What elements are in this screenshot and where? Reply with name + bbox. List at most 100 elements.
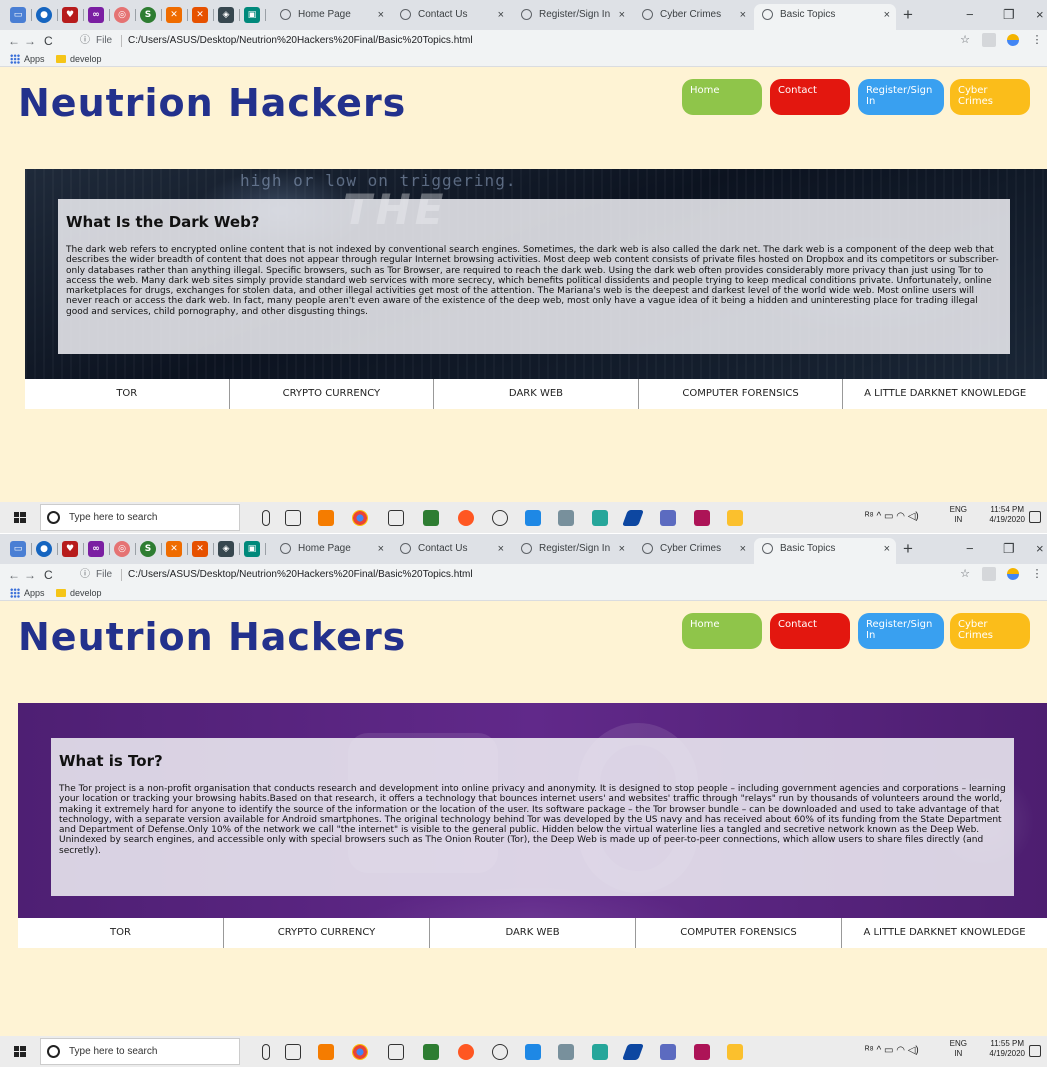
bookmark-star-icon[interactable]: ☆ [958,33,972,47]
windows-start-icon[interactable] [14,512,26,523]
pinned-tab-icon[interactable]: ✕ [192,7,208,23]
sublime-icon[interactable] [318,1044,334,1060]
bookmark-develop[interactable]: develop [70,52,102,66]
browser-tab[interactable]: Home Page × [272,4,390,30]
pinned-tab-icon[interactable]: ◎ [114,7,130,23]
system-tray-icons[interactable]: ᴿ⁸ ^ ▭ ◠ ◁) [865,1042,919,1060]
address-bar[interactable]: ⓘ File C:/Users/ASUS/Desktop/Neutrion%20… [80,566,940,584]
pinned-tab-icon[interactable]: S [140,541,156,557]
info-icon[interactable]: ⓘ [80,566,90,584]
tab-close-icon[interactable]: × [378,538,384,560]
browser-tab[interactable]: Contact Us × [392,538,510,564]
site-logo[interactable]: Neutrion Hackers [18,615,406,659]
bookmark-apps[interactable]: Apps [24,52,45,66]
vscode-icon[interactable] [525,510,541,526]
microphone-icon[interactable] [262,510,270,526]
chrome-icon[interactable] [352,1044,368,1060]
browser-tab[interactable]: Basic Topics × [754,538,896,564]
new-tab-button[interactable]: + [903,538,913,560]
apps-grid-icon[interactable] [10,54,20,64]
app-icon[interactable] [694,1044,710,1060]
notification-icon[interactable] [1029,511,1041,523]
vscode-icon[interactable] [525,1044,541,1060]
close-window-button[interactable]: × [1036,4,1044,26]
new-tab-button[interactable]: + [903,4,913,26]
minimize-button[interactable]: − [966,4,974,26]
close-window-button[interactable]: × [1036,538,1044,560]
nav-home-button[interactable]: Home [682,613,762,649]
back-icon[interactable]: ← [8,566,20,584]
window-icon[interactable] [388,510,404,526]
address-bar[interactable]: ⓘ File C:/Users/ASUS/Desktop/Neutrion%20… [80,32,940,50]
app-icon[interactable] [492,510,508,526]
menu-kebab-icon[interactable]: ⋮ [1030,567,1044,581]
pinned-tab-icon[interactable]: ▭ [10,541,26,557]
bookmark-star-icon[interactable]: ☆ [958,567,972,581]
nav-contact-button[interactable]: Contact [770,613,850,649]
tab-close-icon[interactable]: × [378,4,384,26]
bookmark-develop[interactable]: develop [70,586,102,600]
pinned-tab-icon[interactable]: ▣ [244,541,260,557]
app-icon[interactable] [694,510,710,526]
menu-item-dark-web[interactable]: DARK WEB [434,379,639,409]
firefox-icon[interactable] [458,510,474,526]
task-view-icon[interactable] [285,1044,301,1060]
app-icon[interactable] [558,1044,574,1060]
extension-icon[interactable] [982,33,996,47]
menu-item-darknet-knowledge[interactable]: A LITTLE DARKNET KNOWLEDGE [843,379,1047,409]
pinned-tab-icon[interactable]: ◈ [218,7,234,23]
menu-item-computer-forensics[interactable]: COMPUTER FORENSICS [639,379,844,409]
pinned-tab-icon[interactable]: ∞ [88,541,104,557]
profile-avatar[interactable] [1006,567,1020,581]
bookmark-apps[interactable]: Apps [24,586,45,600]
pinned-tab-icon[interactable]: ✕ [166,7,182,23]
back-icon[interactable]: ← [8,32,20,50]
system-clock[interactable]: 11:54 PM 4/19/2020 [989,505,1025,525]
menu-item-crypto-currency[interactable]: CRYPTO CURRENCY [230,379,435,409]
windows-start-icon[interactable] [14,1046,26,1057]
pinned-tab-icon[interactable]: ▣ [244,7,260,23]
browser-tab[interactable]: Register/Sign In × [513,4,631,30]
system-clock[interactable]: 11:55 PM 4/19/2020 [989,1039,1025,1059]
system-tray-icons[interactable]: ᴿ⁸ ^ ▭ ◠ ◁) [865,508,919,526]
task-view-icon[interactable] [285,510,301,526]
tab-close-icon[interactable]: × [884,538,890,560]
minimize-button[interactable]: − [966,538,974,560]
sublime-icon[interactable] [318,510,334,526]
browser-tab[interactable]: Cyber Crimes × [634,538,752,564]
site-logo[interactable]: Neutrion Hackers [18,81,406,125]
info-icon[interactable]: ⓘ [80,32,90,50]
window-icon[interactable] [388,1044,404,1060]
file-explorer-icon[interactable] [727,1044,743,1060]
pinned-tab-icon[interactable]: ♥ [62,541,78,557]
taskbar-search-input[interactable]: Type here to search [40,1038,240,1065]
browser-tab[interactable]: Home Page × [272,538,390,564]
browser-tab[interactable]: Contact Us × [392,4,510,30]
file-explorer-icon[interactable] [727,510,743,526]
firefox-icon[interactable] [458,1044,474,1060]
nav-register-button[interactable]: Register/Sign In [858,613,944,649]
pinned-tab-icon[interactable]: ∞ [88,7,104,23]
pinned-tab-icon[interactable]: S [140,7,156,23]
chrome-icon[interactable] [352,510,368,526]
pinned-tab-icon[interactable]: ● [36,7,52,23]
pinned-tab-icon[interactable]: ◈ [218,541,234,557]
tab-close-icon[interactable]: × [740,538,746,560]
browser-tab[interactable]: Cyber Crimes × [634,4,752,30]
pinned-tab-icon[interactable]: ✕ [166,541,182,557]
extension-icon[interactable] [982,567,996,581]
language-indicator[interactable]: ENG IN [950,505,967,525]
calculator-icon[interactable] [660,510,676,526]
maximize-button[interactable]: ❐ [1003,538,1015,560]
tab-close-icon[interactable]: × [498,4,504,26]
menu-item-darknet-knowledge[interactable]: A LITTLE DARKNET KNOWLEDGE [842,918,1047,948]
reload-icon[interactable]: C [44,32,53,50]
pinned-tab-icon[interactable]: ▭ [10,7,26,23]
url-text[interactable]: C:/Users/ASUS/Desktop/Neutrion%20Hackers… [128,32,473,50]
app-icon[interactable] [622,1044,644,1060]
app-icon[interactable] [423,1044,439,1060]
microphone-icon[interactable] [262,1044,270,1060]
menu-item-crypto-currency[interactable]: CRYPTO CURRENCY [224,918,430,948]
pinned-tab-icon[interactable]: ◎ [114,541,130,557]
nav-contact-button[interactable]: Contact [770,79,850,115]
